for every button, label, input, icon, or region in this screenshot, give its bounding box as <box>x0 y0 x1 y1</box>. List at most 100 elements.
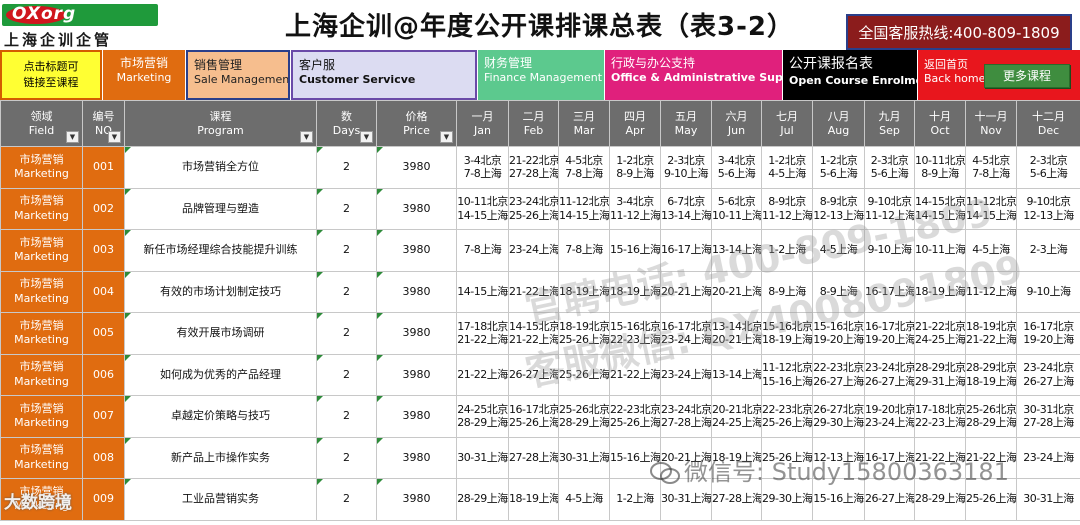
session-date: 10-11北京 <box>457 195 508 208</box>
column-header-cn: 五月 <box>675 110 697 124</box>
session-date: 23-24北京 <box>865 361 915 374</box>
course-number: 009 <box>82 478 125 521</box>
nav-office-admin[interactable]: 行政与办公支持 Office & Administrative Support <box>605 50 782 100</box>
session-date: 19-20北京 <box>865 402 915 416</box>
nav-marketing[interactable]: 市场营销 Marketing <box>103 50 185 100</box>
filter-dropdown-icon[interactable]: ▼ <box>300 131 313 143</box>
table-header-row: 领域 Field ▼ 编号 NO ▼ 课程 Program ▼ 数 Days ▼ 价格 Price ▼ 一月 J… <box>0 100 1080 147</box>
session-date: 9-10上海 <box>867 243 912 257</box>
field-en: Marketing <box>14 374 69 388</box>
field-en: Marketing <box>14 250 69 264</box>
month-session-cell: 14-15北京 21-22上海 <box>508 312 559 355</box>
session-date: 30-31北京 <box>1023 402 1074 416</box>
wechat-icon <box>650 462 680 484</box>
session-date: 2-3上海 <box>1029 243 1068 257</box>
month-session-cell: 23-24北京 25-26上海 <box>508 187 559 230</box>
column-header-cn: 三月 <box>573 110 595 124</box>
month-session-cell: 28-29北京 18-19上海 <box>965 353 1017 396</box>
session-date: 15-16上海 <box>813 492 864 506</box>
column-header-cn: 九月 <box>878 110 901 124</box>
filter-dropdown-icon[interactable]: ▼ <box>360 131 373 143</box>
session-date: 11-12上海 <box>762 208 813 222</box>
session-date: 10-11北京 <box>915 153 966 167</box>
column-header: 四月 Apr <box>609 100 661 147</box>
month-session-cell: 26-27北京 29-30上海 <box>812 395 865 438</box>
course-title-link[interactable]: 有效的市场计划制定技巧 <box>124 270 317 313</box>
session-date: 15-16北京 <box>762 319 813 333</box>
filter-dropdown-icon[interactable]: ▼ <box>440 131 453 143</box>
course-price: 3980 <box>376 229 457 272</box>
field-cn: 市场营销 <box>19 194 64 208</box>
link-hint-box: 点击标题可 链接至课程 <box>0 50 102 100</box>
session-date: 25-26上海 <box>509 416 559 430</box>
month-session-cell: 18-19上海 <box>558 270 610 313</box>
month-session-cell: 10-11北京 8-9上海 <box>914 146 966 189</box>
session-date: 1-2上海 <box>616 492 654 506</box>
field-cell: 市场营销 Marketing <box>0 353 83 396</box>
session-date: 4-5上海 <box>819 243 858 257</box>
more-courses-button[interactable]: 更多课程 <box>984 64 1070 88</box>
session-date: 26-27上海 <box>1023 374 1074 388</box>
table-row: 市场营销 Marketing 003 新任市场经理综合技能提升训练 2 3980 7-8上海… <box>0 229 1080 272</box>
course-days: 2 <box>316 353 377 396</box>
session-date: 18-19上海 <box>915 284 966 298</box>
column-header-en: Oct <box>930 123 950 137</box>
month-session-cell: 25-26北京 28-29上海 <box>965 395 1017 438</box>
session-date: 18-19上海 <box>559 284 610 298</box>
month-session-cell: 23-24北京 26-27上海 <box>864 353 915 396</box>
session-date: 14-15上海 <box>915 208 966 222</box>
month-session-cell: 28-29上海 <box>456 478 509 521</box>
course-number: 006 <box>82 353 125 396</box>
nav-back-home[interactable]: 返回首页 Back home 更多课程 <box>918 50 1080 100</box>
column-header-en: May <box>674 123 698 137</box>
nav-customer-service[interactable]: 客户服 Customer Servicve <box>291 50 477 100</box>
nav-finance[interactable]: 财务管理 Finance Management <box>478 50 604 100</box>
month-session-cell: 8-9上海 <box>761 270 813 313</box>
session-date: 1-2北京 <box>616 153 654 167</box>
field-cn: 市场营销 <box>19 152 64 166</box>
filter-dropdown-icon[interactable]: ▼ <box>108 131 121 143</box>
session-date: 18-19上海 <box>762 333 813 347</box>
field-cn: 市场营销 <box>19 318 64 332</box>
nav-sales-management[interactable]: 销售管理 Sale Management <box>186 50 290 100</box>
session-date: 9-10北京 <box>1026 195 1071 208</box>
session-date: 25-26北京 <box>559 402 610 416</box>
logo-word: OXorg <box>12 4 77 24</box>
month-session-cell: 7-8上海 <box>558 229 610 272</box>
course-number: 001 <box>82 146 125 189</box>
course-title-link[interactable]: 有效开展市场调研 <box>124 312 317 355</box>
month-session-cell: 9-10北京 12-13上海 <box>1016 187 1080 230</box>
session-date: 18-19北京 <box>966 319 1017 333</box>
course-days: 2 <box>316 478 377 521</box>
column-header: 一月 Jan <box>456 100 509 147</box>
session-date: 16-17上海 <box>865 284 915 298</box>
session-date: 13-14北京 <box>712 319 762 333</box>
brand-watermark: 大数跨境 <box>4 493 72 513</box>
nav-enrolment-form[interactable]: 公开课报名表 Open Course Enrolment Form <box>783 50 917 100</box>
session-date: 25-26上海 <box>559 367 610 381</box>
session-date: 3-4北京 <box>616 195 654 208</box>
course-title-link[interactable]: 市场营销全方位 <box>124 146 317 189</box>
month-session-cell: 1-2北京 4-5上海 <box>761 146 813 189</box>
month-session-cell: 16-17上海 <box>864 270 915 313</box>
course-title-link[interactable]: 工业品营销实务 <box>124 478 317 521</box>
course-title-link[interactable]: 新任市场经理综合技能提升训练 <box>124 229 317 272</box>
session-date: 23-24上海 <box>865 416 915 430</box>
course-title-link[interactable]: 品牌管理与塑造 <box>124 187 317 230</box>
filter-dropdown-icon[interactable]: ▼ <box>66 131 79 143</box>
course-title-link[interactable]: 新产品上市操作实务 <box>124 436 317 479</box>
course-number: 008 <box>82 436 125 479</box>
session-date: 18-19北京 <box>559 319 610 333</box>
session-date: 29-31上海 <box>915 374 966 388</box>
session-date: 20-21上海 <box>712 333 762 347</box>
month-session-cell: 18-19上海 <box>609 270 661 313</box>
course-price: 3980 <box>376 353 457 396</box>
session-date: 8-9上海 <box>616 167 654 181</box>
course-title-link[interactable]: 卓越定价策略与技巧 <box>124 395 317 438</box>
session-date: 4-5北京 <box>972 153 1010 167</box>
month-session-cell: 4-5上海 <box>558 478 610 521</box>
category-nav: 点击标题可 链接至课程 市场营销 Marketing 销售管理 Sale Man… <box>0 50 1080 100</box>
course-title-link[interactable]: 如何成为优秀的产品经理 <box>124 353 317 396</box>
session-date: 18-19上海 <box>966 374 1017 388</box>
session-date: 13-14上海 <box>661 208 712 222</box>
